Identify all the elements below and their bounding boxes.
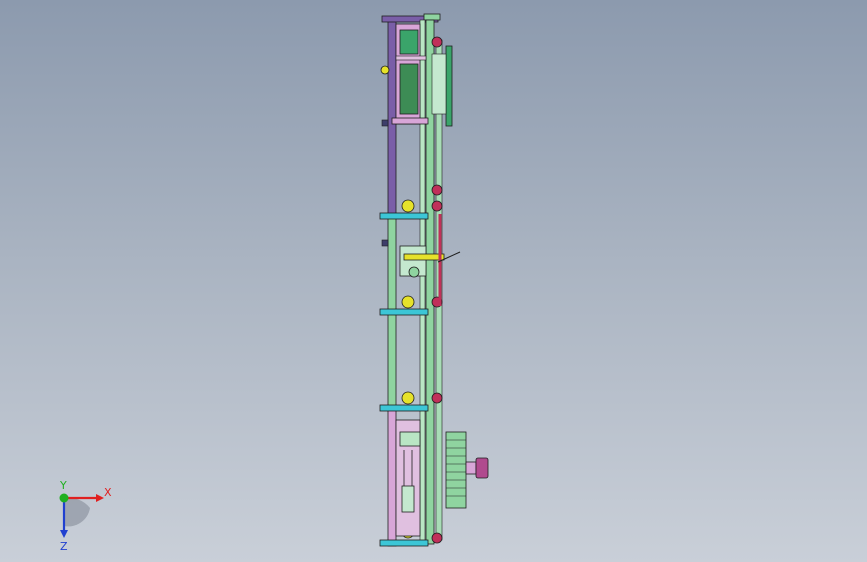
cad-viewport[interactable]: X Y Z (0, 0, 867, 562)
upper-green-block[interactable] (399, 29, 419, 55)
mid-actuator-arm[interactable] (403, 253, 445, 261)
roller-yellow-3[interactable] (401, 391, 415, 405)
top-cap[interactable] (423, 13, 441, 21)
mid-actuator-roller[interactable] (408, 266, 420, 278)
crossbar-3[interactable] (379, 404, 429, 412)
roller-red-1[interactable] (431, 184, 443, 196)
x-arrow-icon (96, 494, 104, 502)
crossbar-bottom[interactable] (379, 539, 429, 547)
triad-shadow (64, 497, 90, 527)
heatsink-body[interactable] (445, 431, 467, 509)
upper-green-panel[interactable] (399, 63, 419, 115)
crossbar-1[interactable] (379, 212, 429, 220)
motor-hub-shaft[interactable] (465, 461, 477, 475)
x-axis-label: X (104, 486, 112, 499)
roller-yellow-1[interactable] (401, 199, 415, 213)
motor-hub[interactable] (475, 457, 489, 479)
orientation-triad[interactable]: X Y Z (40, 478, 130, 553)
side-motor-plate[interactable] (445, 45, 453, 127)
upper-bottom-plate[interactable] (391, 117, 429, 125)
main-rail-inner[interactable] (419, 19, 426, 545)
y-axis-label: Y (59, 479, 67, 492)
bracket-left-top[interactable] (381, 119, 389, 127)
upper-cross-plate[interactable] (395, 55, 427, 61)
roller-red-4[interactable] (431, 392, 443, 404)
sensor-yellow[interactable] (380, 65, 390, 75)
machine-assembly-model[interactable] (0, 0, 867, 562)
crossbar-2[interactable] (379, 308, 429, 316)
lower-top-block[interactable] (399, 431, 421, 447)
bracket-left-mid[interactable] (381, 239, 389, 247)
heatsink-block[interactable] (445, 431, 467, 509)
upper-roller[interactable] (431, 36, 443, 48)
z-axis-label: Z (60, 540, 68, 553)
lower-cylinder[interactable] (401, 485, 415, 513)
roller-yellow-2[interactable] (401, 295, 415, 309)
y-axis-icon (59, 493, 69, 503)
side-motor-body[interactable] (431, 53, 447, 115)
roller-red-5[interactable] (431, 532, 443, 544)
z-arrow-icon (60, 530, 68, 538)
roller-red-2[interactable] (431, 200, 443, 212)
left-frame-lower[interactable] (387, 407, 397, 547)
